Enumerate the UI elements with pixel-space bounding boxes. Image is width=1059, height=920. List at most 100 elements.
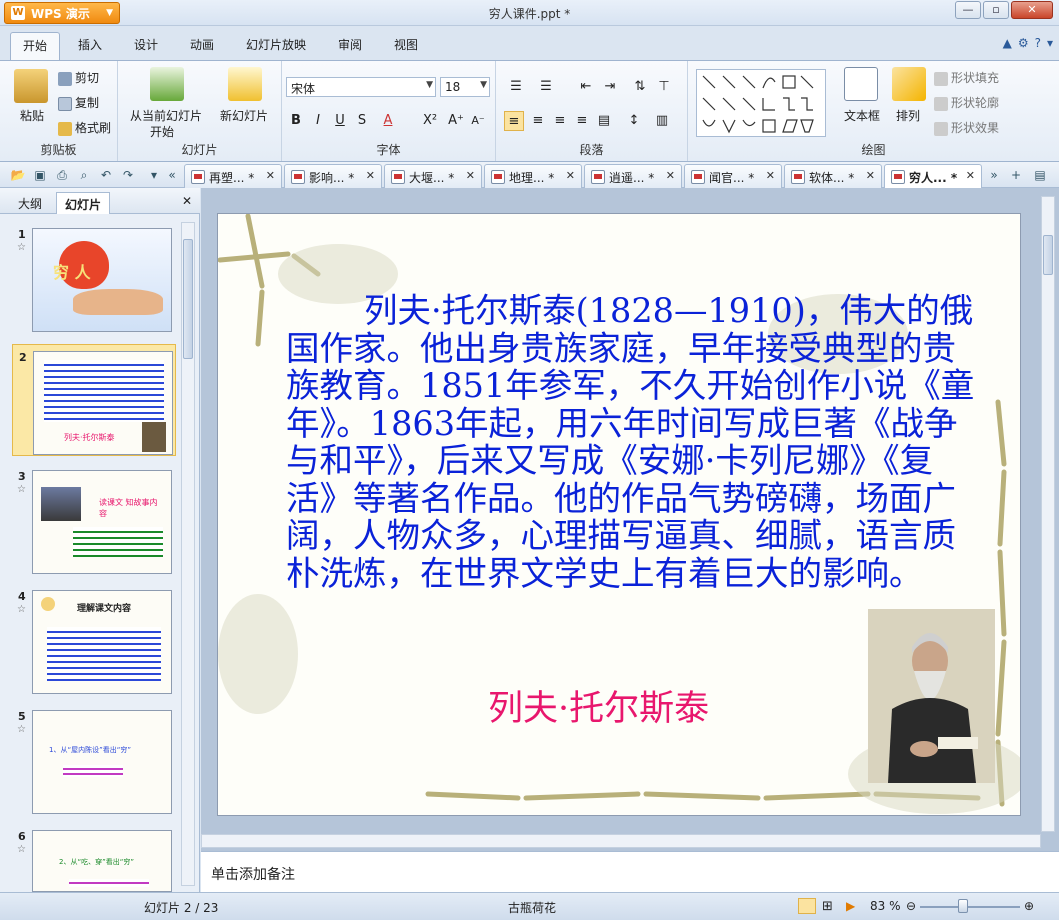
play-from-current-icon[interactable] (150, 67, 184, 101)
close-tab-icon[interactable]: ✕ (666, 169, 675, 182)
open-icon[interactable]: 📂 (10, 167, 26, 183)
print-icon[interactable]: ⎙ (54, 167, 70, 183)
scroll-tabs-right-icon[interactable]: » (986, 167, 1002, 183)
zoom-slider[interactable] (920, 906, 1020, 908)
text-direction-icon[interactable]: ⇅ (630, 77, 650, 97)
font-color-icon[interactable]: A (378, 111, 398, 131)
copy-button[interactable]: 复制 (58, 94, 99, 111)
slide-thumbnail[interactable]: 5 ☆ 1、从“屋内陈设”看出“穷” (0, 704, 180, 816)
font-size-select[interactable]: 18 ▼ (440, 77, 490, 97)
close-tab-icon[interactable]: ✕ (866, 169, 875, 182)
slide-thumbnail[interactable]: 1 ☆ 穷 人 (0, 222, 180, 334)
canvas-vertical-scrollbar[interactable] (1041, 196, 1055, 832)
tab-home[interactable]: 开始 (10, 32, 61, 60)
scrollbar-thumb[interactable] (183, 239, 193, 359)
tab-insert[interactable]: 插入 (78, 36, 102, 53)
doc-tab[interactable]: 影响... * ✕ (284, 164, 382, 188)
doc-tab[interactable]: 再塑... * ✕ (184, 164, 282, 188)
slide-2[interactable]: 列夫·托尔斯泰(1828—1910)，伟大的俄国作家。他出身贵族家庭，早年接受典… (217, 213, 1021, 816)
justify-icon[interactable]: ≡ (572, 111, 592, 131)
close-tab-icon[interactable]: ✕ (966, 169, 975, 182)
canvas-horizontal-scrollbar[interactable] (201, 834, 1041, 848)
underline-icon[interactable]: U (330, 111, 350, 131)
new-slide-icon[interactable] (228, 67, 262, 101)
tab-slides[interactable]: 幻灯片 (56, 192, 111, 214)
play-from-current-label[interactable]: 开始 (150, 123, 174, 140)
scrollbar-thumb[interactable] (1043, 235, 1053, 275)
textbox-button[interactable]: 文本框 (844, 107, 880, 124)
new-slide-button[interactable]: 新幻灯片 (220, 107, 268, 124)
normal-view-icon[interactable] (798, 898, 816, 914)
increase-indent-icon[interactable]: ⇥ (600, 77, 620, 97)
doc-tab[interactable]: 逍遥... * ✕ (584, 164, 682, 188)
doc-tab-active[interactable]: 穷人... * ✕ (884, 164, 982, 189)
font-name-select[interactable]: 宋体 ▼ (286, 77, 436, 97)
scroll-tabs-left-icon[interactable]: « (164, 167, 180, 183)
slide-author-name[interactable]: 列夫·托尔斯泰 (488, 680, 709, 731)
format-painter-button[interactable]: 格式刷 (58, 119, 111, 136)
italic-icon[interactable]: I (308, 111, 328, 131)
tab-outline[interactable]: 大纲 (10, 192, 50, 214)
numbered-list-icon[interactable]: ☰ (536, 77, 556, 97)
distribute-icon[interactable]: ▤ (594, 111, 614, 131)
print-preview-icon[interactable]: ⌕ (76, 167, 92, 183)
settings-icon[interactable]: ⚙ (1018, 36, 1029, 50)
close-tab-icon[interactable]: ✕ (466, 169, 475, 182)
shrink-font-icon[interactable]: A⁻ (468, 111, 488, 131)
close-button[interactable]: ✕ (1011, 1, 1053, 19)
slide-thumbnail-selected[interactable]: 2 列夫·托尔斯泰 (12, 344, 176, 456)
new-tab-icon[interactable]: + (1008, 167, 1024, 183)
customize-icon[interactable]: ▾ (146, 167, 162, 183)
align-text-icon[interactable]: ⊤ (654, 77, 674, 97)
collapse-ribbon-icon[interactable]: ▲ (1003, 36, 1012, 50)
decrease-indent-icon[interactable]: ⇤ (576, 77, 596, 97)
doc-tab[interactable]: 软体... * ✕ (784, 164, 882, 188)
doc-tab[interactable]: 地理... * ✕ (484, 164, 582, 188)
tab-list-icon[interactable]: ▤ (1032, 167, 1048, 183)
shape-effect-button[interactable]: 形状效果 (934, 119, 999, 136)
tab-slideshow[interactable]: 幻灯片放映 (246, 36, 306, 53)
bold-icon[interactable]: B (286, 111, 306, 131)
zoom-slider-thumb[interactable] (958, 899, 968, 913)
close-tab-icon[interactable]: ✕ (566, 169, 575, 182)
slide-thumbnail[interactable]: 3 ☆ 读课文 知故事内容 (0, 464, 180, 576)
tab-review[interactable]: 审阅 (338, 36, 362, 53)
play-from-current-button[interactable]: 从当前幻灯片 (130, 107, 202, 124)
undo-icon[interactable]: ↶ (98, 167, 114, 183)
zoom-in-icon[interactable]: ⊕ (1024, 899, 1034, 913)
align-center-icon[interactable]: ≡ (528, 111, 548, 131)
shape-outline-button[interactable]: 形状轮廓 (934, 94, 999, 111)
close-tab-icon[interactable]: ✕ (366, 169, 375, 182)
minimize-button[interactable]: — (955, 1, 981, 19)
maximize-button[interactable]: ▫ (983, 1, 1009, 19)
textbox-icon[interactable] (844, 67, 878, 101)
columns-icon[interactable]: ▥ (652, 111, 672, 131)
close-panel-icon[interactable]: ✕ (182, 194, 192, 208)
zoom-out-icon[interactable]: ⊖ (906, 899, 916, 913)
notes-area[interactable]: 单击添加备注 (201, 851, 1059, 892)
shape-fill-button[interactable]: 形状填充 (934, 69, 999, 86)
doc-tab[interactable]: 大堰... * ✕ (384, 164, 482, 188)
cut-button[interactable]: 剪切 (58, 69, 99, 86)
help-icon[interactable]: ? (1035, 36, 1041, 50)
slide-sorter-icon[interactable]: ⊞ (822, 899, 833, 914)
thumbnail-scrollbar[interactable] (181, 222, 195, 886)
portrait-image[interactable] (868, 609, 995, 783)
paste-icon[interactable] (14, 69, 48, 103)
shapes-gallery[interactable] (696, 69, 826, 137)
arrange-icon[interactable] (892, 67, 926, 101)
tab-view[interactable]: 视图 (394, 36, 418, 53)
paste-button[interactable]: 粘贴 (20, 107, 44, 124)
bullet-list-icon[interactable]: ☰ (506, 77, 526, 97)
slide-body-text[interactable]: 列夫·托尔斯泰(1828—1910)，伟大的俄国作家。他出身贵族家庭，早年接受典… (286, 292, 976, 592)
doc-tab[interactable]: 闻官... * ✕ (684, 164, 782, 188)
arrange-button[interactable]: 排列 (896, 107, 920, 124)
save-icon[interactable]: ▣ (32, 167, 48, 183)
tab-design[interactable]: 设计 (134, 36, 158, 53)
shadow-icon[interactable]: S (352, 111, 372, 131)
slide-thumbnail[interactable]: 4 ☆ 理解课文内容 (0, 584, 180, 696)
slideshow-icon[interactable]: ▶ (846, 899, 855, 913)
superscript-icon[interactable]: X² (420, 111, 440, 131)
close-tab-icon[interactable]: ✕ (266, 169, 275, 182)
line-spacing-icon[interactable]: ↕ (624, 111, 644, 131)
